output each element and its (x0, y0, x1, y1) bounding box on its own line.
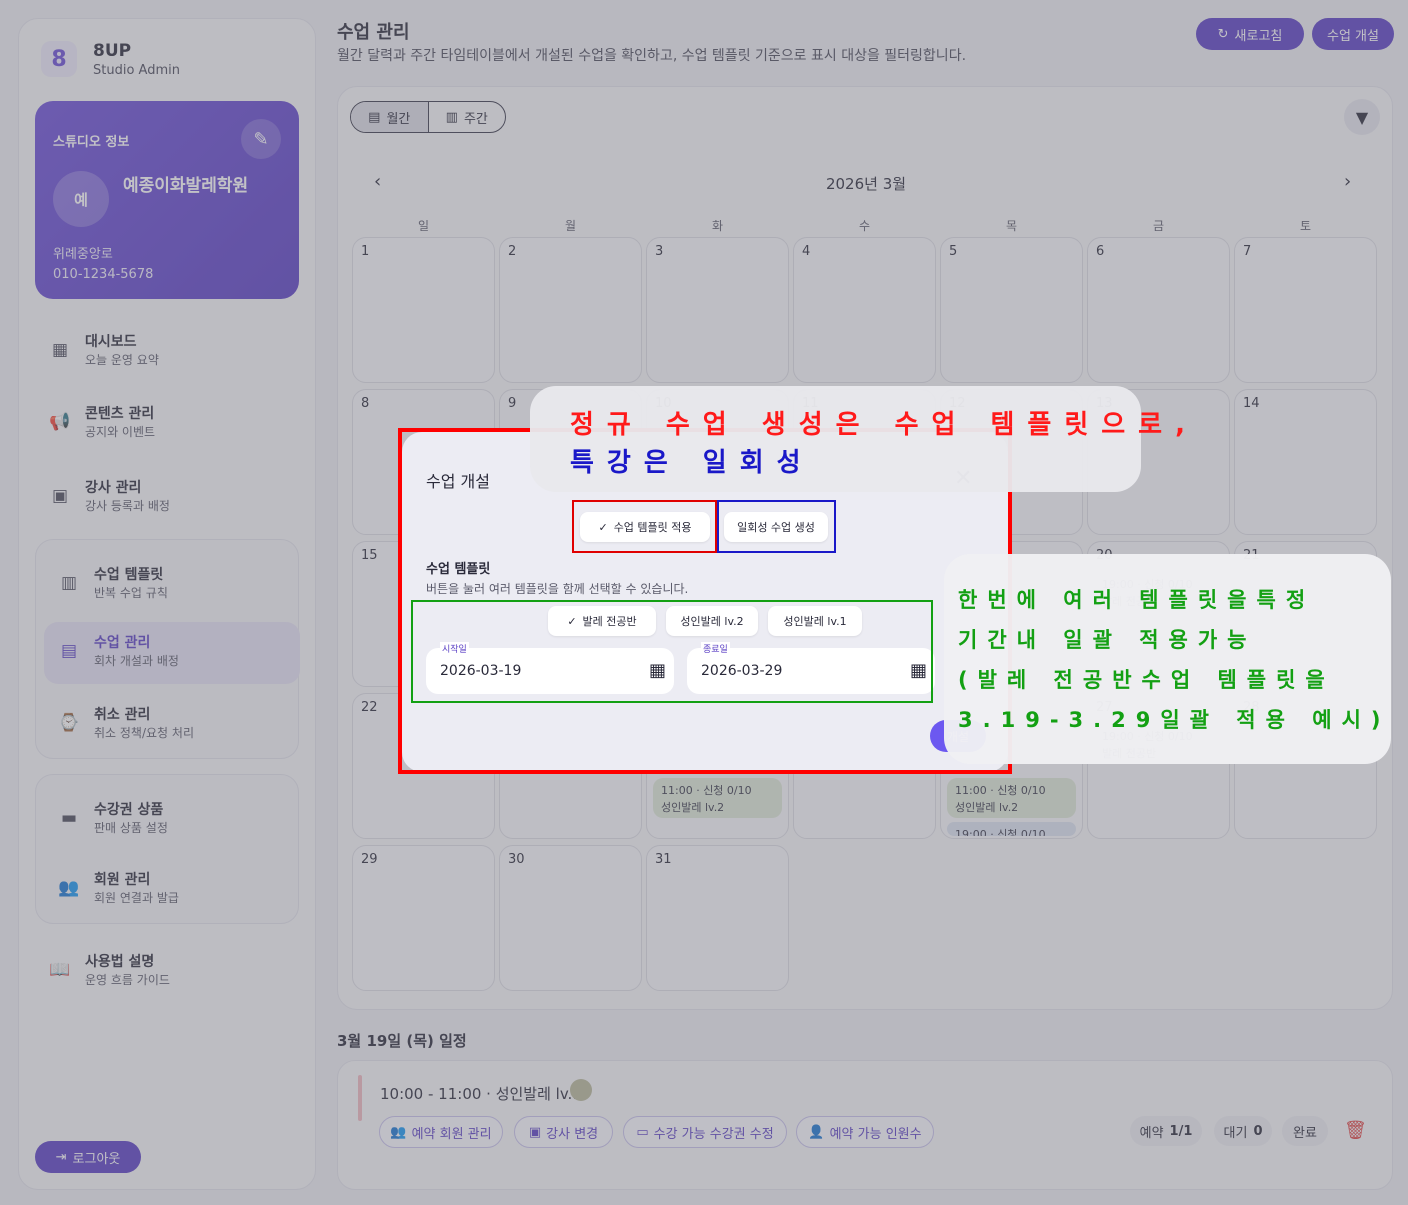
annotation-line: 기간내 일괄 적용가능 (958, 628, 1257, 652)
oneoff-mode-highlight (717, 500, 836, 553)
annotation-line: (발레 전공반수업 템플릿을 (958, 668, 1335, 692)
annotation-line: 한번에 여러 템플릿을특정 (958, 588, 1316, 612)
annotation-line: 특강은 일회성 (570, 448, 814, 478)
annotation-callout-right: 한번에 여러 템플릿을특정 기간내 일괄 적용가능 (발레 전공반수업 템플릿을… (944, 554, 1391, 764)
annotation-line: 3.19-3.29일괄 적용 예시) (958, 708, 1391, 732)
annotation-line: 정규 수업 생성은 수업 템플릿으로, (570, 410, 1198, 440)
template-mode-highlight (572, 500, 717, 553)
template-selection-highlight (411, 600, 933, 703)
annotation-callout-top: 정규 수업 생성은 수업 템플릿으로, 특강은 일회성 (530, 386, 1185, 492)
